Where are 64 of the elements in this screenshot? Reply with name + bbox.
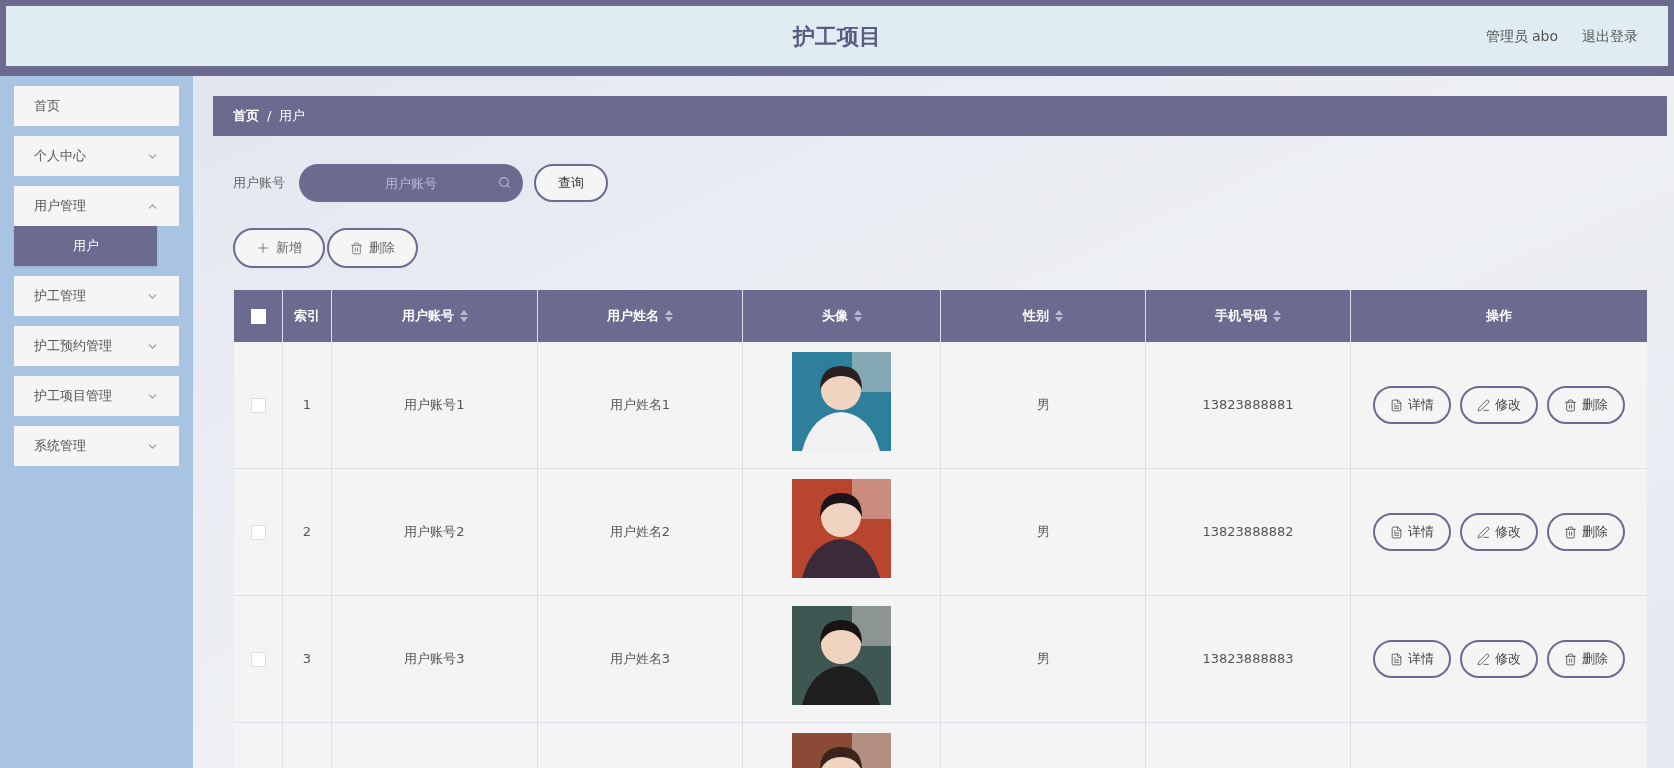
edit-button[interactable]: 修改: [1460, 640, 1538, 678]
table-cell-text: 3: [302, 650, 312, 669]
checkbox[interactable]: [250, 524, 266, 540]
breadcrumb-item[interactable]: 首页: [233, 106, 259, 126]
sidebar-item[interactable]: 用户管理: [14, 186, 179, 226]
table-cell-text: 男: [1036, 650, 1050, 669]
sort-icon[interactable]: [853, 310, 862, 322]
submenu-item[interactable]: 用户: [14, 226, 157, 266]
document-icon: [1390, 398, 1403, 412]
sidebar-item[interactable]: 护工管理: [14, 276, 179, 316]
trash-icon: [1564, 398, 1577, 412]
sort-icon[interactable]: [1273, 310, 1281, 322]
table-cell-text: 用户姓名3: [609, 650, 671, 669]
edit-button[interactable]: 修改: [1460, 386, 1538, 424]
sidebar-item[interactable]: 个人中心: [14, 136, 179, 176]
trash-icon: [350, 241, 363, 255]
column-header: 操作: [1485, 307, 1513, 326]
table-cell-text: 1: [302, 396, 312, 415]
sidebar-item[interactable]: 护工项目管理: [14, 376, 179, 416]
breadcrumb-separator: /: [267, 107, 272, 126]
sort-icon[interactable]: [665, 310, 673, 322]
app-title: 护工项目: [793, 22, 881, 51]
admin-label: 管理员 abo: [1485, 26, 1558, 46]
trash-icon: [1564, 525, 1577, 539]
table-cell-text: 男: [1036, 396, 1050, 415]
sort-icon[interactable]: [459, 310, 468, 322]
search-field[interactable]: 用户账号: [299, 164, 523, 202]
sidebar-item[interactable]: 护工预约管理: [14, 326, 179, 366]
breadcrumb-item[interactable]: 用户: [279, 106, 306, 126]
table-cell-text: 男: [1036, 523, 1050, 542]
table-cell-text: 13823888882: [1202, 523, 1294, 542]
table-cell-text: 用户姓名1: [609, 396, 671, 415]
table-cell-text: 2: [302, 523, 312, 542]
add-button[interactable]: 新增: [233, 228, 325, 268]
table-cell-text: 用户账号3: [404, 650, 465, 669]
table-cell-text: 13823888883: [1202, 650, 1294, 669]
detail-button[interactable]: 详情: [1373, 386, 1451, 424]
delete-button[interactable]: 删除: [1547, 640, 1625, 678]
pen-icon: [1477, 398, 1490, 412]
plus-icon: [256, 241, 270, 255]
table-cell-text: 用户账号1: [404, 396, 465, 415]
delete-button[interactable]: 删除: [327, 228, 418, 268]
delete-button[interactable]: 删除: [1547, 513, 1625, 551]
edit-button[interactable]: 修改: [1460, 513, 1538, 551]
query-button[interactable]: 查询: [534, 164, 608, 202]
logout-link[interactable]: 退出登录: [1582, 25, 1638, 47]
checkbox[interactable]: [250, 397, 266, 413]
search-label: 用户账号: [233, 174, 285, 193]
pen-icon: [1477, 652, 1490, 666]
checkbox[interactable]: [250, 651, 266, 667]
search-icon: [498, 176, 511, 189]
delete-button[interactable]: 删除: [1547, 386, 1625, 424]
trash-icon: [1564, 652, 1577, 666]
pen-icon: [1477, 525, 1490, 539]
detail-button[interactable]: 详情: [1373, 640, 1451, 678]
table-cell-text: 用户姓名2: [609, 523, 671, 542]
table-cell-text: 用户账号2: [404, 523, 465, 542]
sidebar-item[interactable]: 系统管理: [14, 426, 179, 466]
document-icon: [1390, 652, 1403, 666]
table-cell-text: 13823888881: [1202, 396, 1294, 415]
sort-icon[interactable]: [1055, 310, 1063, 322]
document-icon: [1390, 525, 1403, 539]
sidebar-item[interactable]: 首页: [14, 86, 179, 126]
detail-button[interactable]: 详情: [1373, 513, 1451, 551]
